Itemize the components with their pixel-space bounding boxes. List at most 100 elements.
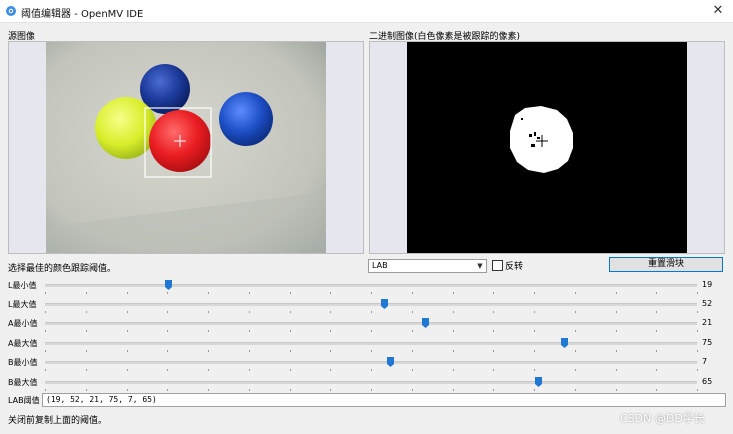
slider-tick bbox=[412, 330, 413, 332]
binary-image-panel bbox=[369, 41, 725, 254]
slider-tick bbox=[45, 330, 46, 332]
slider-tick bbox=[249, 350, 250, 352]
slider-tick bbox=[575, 311, 576, 313]
slider-label-l-max: L最大值 bbox=[8, 300, 37, 309]
slider-tick bbox=[493, 292, 494, 294]
slider-tick bbox=[330, 389, 331, 391]
slider-tick bbox=[534, 369, 535, 371]
slider-tick bbox=[412, 292, 413, 294]
slider-tick bbox=[697, 330, 698, 332]
slider-tick bbox=[167, 330, 168, 332]
slider-label-b-min: B最小值 bbox=[8, 358, 38, 367]
close-button[interactable]: ✕ bbox=[703, 0, 733, 22]
slider-tick bbox=[208, 369, 209, 371]
slider-tick bbox=[208, 350, 209, 352]
colorspace-selected: LAB bbox=[372, 261, 388, 270]
slider-tick bbox=[290, 350, 291, 352]
slider-tick bbox=[86, 350, 87, 352]
slider-tick bbox=[290, 311, 291, 313]
slider-tick bbox=[534, 311, 535, 313]
slider-tick bbox=[249, 292, 250, 294]
slider-tick bbox=[493, 389, 494, 391]
slider-tick bbox=[208, 330, 209, 332]
slider-tick bbox=[45, 389, 46, 391]
slider-tick bbox=[290, 292, 291, 294]
slider-tick bbox=[616, 292, 617, 294]
slider-value-b-max: 65 bbox=[702, 377, 713, 386]
slider-tick bbox=[249, 330, 250, 332]
slider-tick bbox=[290, 369, 291, 371]
slider-value-a-min: 21 bbox=[702, 318, 713, 327]
slider-tick bbox=[330, 292, 331, 294]
slider-tick bbox=[575, 292, 576, 294]
slider-tick bbox=[697, 369, 698, 371]
slider-tick bbox=[656, 311, 657, 313]
slider-tick bbox=[656, 369, 657, 371]
slider-tick bbox=[453, 369, 454, 371]
slider-tick bbox=[330, 350, 331, 352]
slider-tick bbox=[371, 311, 372, 313]
slider-tick bbox=[575, 389, 576, 391]
slider-tick bbox=[697, 292, 698, 294]
slider-tick bbox=[371, 389, 372, 391]
slider-tick bbox=[453, 330, 454, 332]
slider-track-a-min[interactable] bbox=[45, 318, 698, 332]
slider-tick bbox=[249, 389, 250, 391]
slider-tick bbox=[208, 389, 209, 391]
invert-checkbox[interactable] bbox=[492, 260, 503, 271]
slider-track-l-min[interactable] bbox=[45, 280, 698, 294]
slider-tick bbox=[167, 369, 168, 371]
slider-tick bbox=[453, 350, 454, 352]
slider-tick bbox=[86, 330, 87, 332]
slider-tick bbox=[656, 389, 657, 391]
slider-tick bbox=[330, 330, 331, 332]
title-bar: 阈值编辑器 - OpenMV IDE ✕ bbox=[0, 0, 733, 23]
slider-tick bbox=[534, 330, 535, 332]
slider-thumb[interactable] bbox=[535, 377, 542, 387]
window-title: 阈值编辑器 - OpenMV IDE bbox=[21, 9, 144, 20]
slider-tick bbox=[697, 350, 698, 352]
watermark: CSDN @DD学长 bbox=[620, 412, 705, 425]
slider-tick bbox=[656, 350, 657, 352]
source-image bbox=[46, 42, 326, 253]
slider-track-a-max[interactable] bbox=[45, 338, 698, 352]
slider-tick bbox=[249, 311, 250, 313]
slider-tick bbox=[493, 350, 494, 352]
slider-tick bbox=[86, 292, 87, 294]
slider-thumb[interactable] bbox=[561, 338, 568, 348]
slider-tick bbox=[127, 369, 128, 371]
slider-tick bbox=[616, 311, 617, 313]
slider-tick bbox=[412, 350, 413, 352]
slider-tick bbox=[697, 389, 698, 391]
slider-tick bbox=[45, 311, 46, 313]
colorspace-dropdown[interactable]: LAB ▼ bbox=[368, 259, 487, 273]
slider-tick bbox=[412, 311, 413, 313]
slider-thumb[interactable] bbox=[165, 280, 172, 290]
slider-tick bbox=[127, 389, 128, 391]
slider-label-b-max: B最大值 bbox=[8, 378, 38, 387]
slider-tick bbox=[453, 311, 454, 313]
slider-tick bbox=[86, 389, 87, 391]
slider-tick bbox=[45, 350, 46, 352]
slider-track-b-max[interactable] bbox=[45, 377, 698, 391]
slider-tick bbox=[534, 292, 535, 294]
source-image-panel bbox=[8, 41, 364, 254]
slider-tick bbox=[616, 389, 617, 391]
slider-track-l-max[interactable] bbox=[45, 299, 698, 313]
reset-sliders-button[interactable]: 重置滑块 bbox=[609, 257, 723, 272]
slider-tick bbox=[616, 330, 617, 332]
lab-threshold-field[interactable]: (19, 52, 21, 75, 7, 65) bbox=[42, 393, 726, 407]
slider-tick bbox=[249, 369, 250, 371]
slider-tick bbox=[127, 292, 128, 294]
slider-thumb[interactable] bbox=[422, 318, 429, 328]
slider-value-l-max: 52 bbox=[702, 299, 713, 308]
slider-thumb[interactable] bbox=[387, 357, 394, 367]
slider-tick bbox=[45, 369, 46, 371]
slider-value-a-max: 75 bbox=[702, 338, 713, 347]
slider-thumb[interactable] bbox=[381, 299, 388, 309]
slider-tick bbox=[208, 311, 209, 313]
lab-threshold-label: LAB阈值 bbox=[8, 396, 40, 405]
slider-tick bbox=[493, 330, 494, 332]
invert-label: 反转 bbox=[505, 262, 524, 272]
slider-track-b-min[interactable] bbox=[45, 357, 698, 371]
